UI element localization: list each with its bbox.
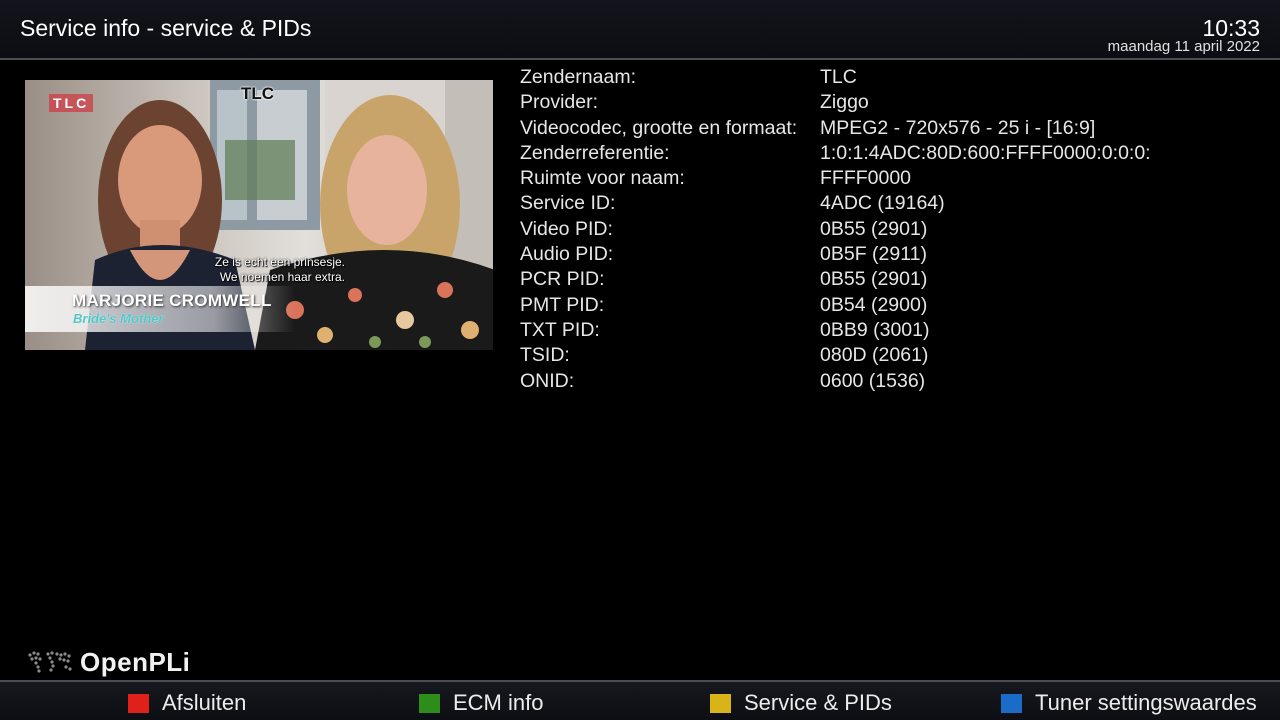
green-key-button[interactable]: ECM info bbox=[419, 688, 543, 718]
channel-tag: TLC bbox=[241, 84, 275, 103]
world-map-icon bbox=[28, 651, 72, 673]
info-label: Zenderreferentie: bbox=[520, 141, 670, 164]
red-key-button[interactable]: Afsluiten bbox=[128, 688, 246, 718]
date: maandag 11 april 2022 bbox=[1107, 38, 1260, 55]
info-label: ONID: bbox=[520, 369, 575, 392]
blue-key-label: Tuner settingswaardes bbox=[1035, 690, 1257, 715]
subtitle: Ze is echt een prinsesje. We noemen haar… bbox=[145, 255, 345, 285]
yellow-key-icon bbox=[710, 693, 731, 713]
info-value: 0B55 (2901) bbox=[820, 217, 928, 240]
green-key-icon bbox=[419, 693, 440, 713]
info-label: TSID: bbox=[520, 344, 570, 367]
info-label: TXT PID: bbox=[520, 318, 600, 341]
info-label: Ruimte voor naam: bbox=[520, 167, 685, 190]
info-label: Zendernaam: bbox=[520, 66, 636, 88]
info-value: 080D (2061) bbox=[820, 344, 929, 367]
red-key-icon bbox=[128, 693, 149, 713]
green-key-label: ECM info bbox=[453, 690, 544, 715]
info-label: Provider: bbox=[520, 91, 599, 114]
tlc-watermark: TLC bbox=[49, 94, 94, 112]
info-label: Videocodec, grootte en formaat: bbox=[520, 116, 798, 139]
page-title: Service info - service & PIDs bbox=[20, 15, 312, 41]
info-value: 0600 (1536) bbox=[820, 369, 926, 392]
info-value: MPEG2 - 720x576 - 25 i - [16:9] bbox=[820, 116, 1096, 139]
header-bar: Service info - service & PIDs 10:33 maan… bbox=[0, 0, 1280, 60]
red-key-label: Afsluiten bbox=[162, 690, 247, 715]
info-value: 0B55 (2901) bbox=[820, 268, 928, 291]
footer-bar: Afsluiten ECM info Service & PIDs Tuner … bbox=[0, 680, 1280, 720]
info-value: 0B5F (2911) bbox=[820, 243, 927, 266]
info-value: Ziggo bbox=[820, 91, 869, 114]
subtitle-line-1: Ze is echt een prinsesje. bbox=[214, 255, 345, 269]
yellow-key-label: Service & PIDs bbox=[744, 690, 892, 715]
info-label: PMT PID: bbox=[520, 293, 605, 316]
info-label: Service ID: bbox=[520, 192, 616, 215]
openpli-logo: OpenPLi bbox=[24, 644, 190, 680]
logo-text: OpenPLi bbox=[80, 646, 191, 677]
info-label: Audio PID: bbox=[520, 243, 614, 266]
subtitle-line-2: We noemen haar extra. bbox=[219, 270, 345, 284]
info-value: 4ADC (19164) bbox=[820, 192, 945, 215]
blue-key-button[interactable]: Tuner settingswaardes bbox=[1001, 688, 1257, 718]
info-value: 1:0:1:4ADC:80D:600:FFFF0000:0:0:0: bbox=[820, 141, 1151, 164]
service-info-screen: Service info - service & PIDs 10:33 maan… bbox=[0, 0, 1280, 720]
info-value: 0B54 (2900) bbox=[820, 293, 928, 316]
lower-third-name: MARJORIE CROMWELL bbox=[72, 291, 272, 310]
info-value: TLC bbox=[820, 66, 857, 88]
yellow-key-button[interactable]: Service & PIDs bbox=[710, 688, 892, 718]
info-value: FFFF0000 bbox=[820, 167, 912, 190]
lower-third-role: Bride's Mother bbox=[73, 311, 164, 326]
info-value: 0BB9 (3001) bbox=[820, 318, 930, 341]
video-preview: TLC TLC Ze is echt een prinsesje. We noe… bbox=[25, 80, 493, 350]
blue-key-icon bbox=[1001, 693, 1022, 713]
info-label: PCR PID: bbox=[520, 268, 605, 291]
info-label: Video PID: bbox=[520, 217, 613, 240]
